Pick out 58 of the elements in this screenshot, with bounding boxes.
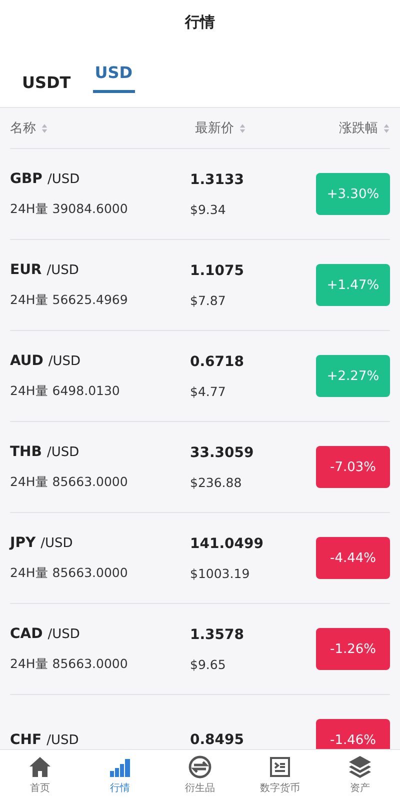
nav-tab[interactable]: 行情 [80,750,160,800]
pair-name: CAD [10,626,43,642]
change-badge: -4.44% [316,537,390,579]
usd-price: $236.88 [190,474,243,490]
quote-currency: /USD [48,354,81,368]
sort-icon [383,122,390,134]
page-title: 行情 [185,13,215,32]
pair-name: THB [10,444,42,460]
change-badge: +3.30% [316,173,390,215]
currency-tab[interactable]: USDT [20,45,73,107]
usd-price: $1003.19 [190,566,251,580]
volume-text: 24H量 6498.0130 [10,382,121,400]
change-badge: -7.03% [316,446,390,488]
change-badge: -1.26% [316,628,390,670]
sort-icon [239,122,246,134]
price-text: 1.1075 [190,262,246,278]
change-badge: +1.47% [316,264,390,306]
price-text: 1.3578 [190,626,246,642]
nav-tab[interactable]: 资产 [320,750,400,800]
nav-tab[interactable]: 首页 [0,750,80,800]
quote-currency: /USD [40,536,73,550]
quote-currency: /USD [46,262,79,278]
quote-currency: /USD [46,444,80,460]
quote-currency: /USD [48,626,80,642]
usd-price: $7.87 [190,292,227,308]
price-text: 1.3133 [190,172,246,188]
price-text: 0.6718 [190,354,246,370]
usd-price: $9.65 [190,656,227,672]
usd-price: $9.34 [190,202,227,216]
change-badge: -1.46% [316,719,390,749]
nav-tab[interactable]: 数字货币 [240,750,320,800]
quote-currency: /USD [47,172,80,186]
price-text: 0.8495 [190,732,246,748]
volume-text: 24H量 85663.0000 [10,656,129,672]
volume-text: 24H量 85663.0000 [10,564,129,582]
pair-name: EUR [10,262,42,278]
volume-text: 24H量 85663.0000 [10,474,129,490]
document-icon [268,755,292,779]
sort-header[interactable]: 名称 [10,119,195,137]
sort-header[interactable]: 涨跌幅 [339,119,390,137]
volume-text: 24H量 39084.6000 [10,200,129,218]
sort-icon [41,122,48,134]
change-badge: +2.27% [316,355,390,397]
volume-text: 24H量 56625.4969 [10,292,129,308]
currency-tab[interactable]: USD [92,45,135,93]
pair-name: CHF [10,732,42,748]
price-text: 33.3059 [190,444,255,460]
home-icon [28,755,52,779]
pair-name: GBP [10,170,42,186]
pair-name: JPY [10,534,36,550]
price-text: 141.0499 [190,536,265,552]
quote-currency: /USD [46,733,79,748]
layers-icon [348,755,372,779]
exchange-icon [188,755,212,779]
usd-price: $4.77 [190,384,227,398]
sort-header[interactable]: 最新价 [195,119,339,137]
nav-tab[interactable]: 衍生品 [160,750,240,800]
pair-name: AUD [10,352,44,368]
